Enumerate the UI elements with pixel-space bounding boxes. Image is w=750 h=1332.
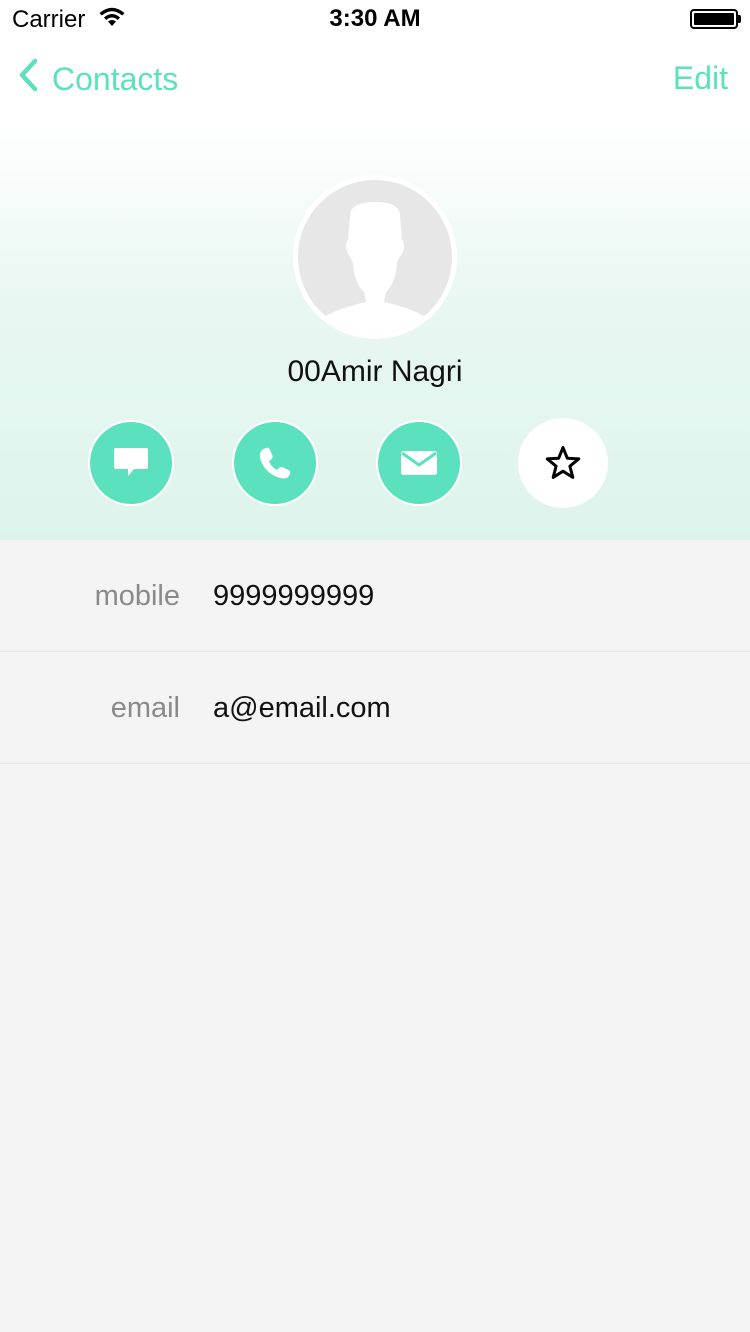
detail-label: email [110,692,180,724]
edit-button[interactable]: Edit [673,60,728,97]
message-button[interactable] [88,420,174,506]
back-button-label: Contacts [52,60,179,97]
person-silhouette-icon [314,202,436,334]
contact-details: mobile 9999999999 email a@email.com [0,540,750,764]
star-icon [545,446,581,479]
status-bar: Carrier 3:30 AM [0,0,750,40]
back-button[interactable]: Contacts [18,58,178,100]
detail-value: 9999999999 [213,580,375,612]
call-button[interactable] [232,420,318,506]
detail-row-mobile[interactable]: mobile 9999999999 [0,540,750,652]
detail-row-email[interactable]: email a@email.com [0,652,750,764]
detail-value: a@email.com [213,692,391,724]
favorite-button[interactable] [518,418,608,508]
message-icon [114,448,148,476]
status-time: 3:30 AM [329,5,421,32]
detail-label: mobile [94,580,180,612]
mail-icon [401,451,437,475]
email-button[interactable] [376,420,462,506]
contact-name: 00Amir Nagri [287,355,463,388]
contact-actions [0,418,750,510]
avatar [293,175,457,339]
chevron-left-icon [18,58,38,100]
battery-icon [690,9,738,29]
phone-icon [259,447,291,479]
navigation-bar: Contacts Edit [0,40,750,120]
battery-tip [738,15,741,23]
